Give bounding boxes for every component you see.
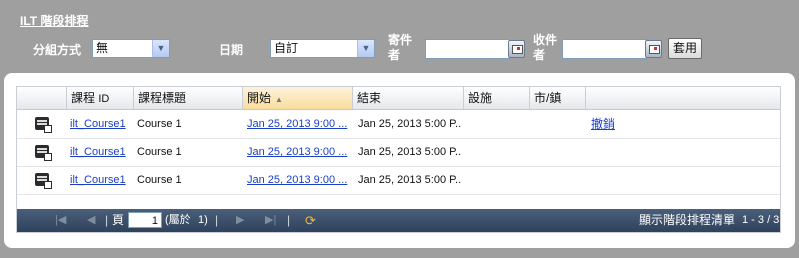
course-title: Course 1 bbox=[137, 174, 182, 186]
table-header: 課程 ID 課程標題 開始 ▲ 結束 設施 市/鎮 bbox=[17, 87, 780, 110]
last-page-icon[interactable]: ▶| bbox=[265, 209, 276, 232]
start-date-link[interactable]: Jan 25, 2013 9:00 ... bbox=[247, 166, 351, 194]
start-date-link[interactable]: Jan 25, 2013 9:00 ... bbox=[247, 110, 351, 138]
to-date-input[interactable] bbox=[562, 39, 647, 59]
course-title: Course 1 bbox=[137, 118, 182, 130]
end-date: Jan 25, 2013 5:00 P... bbox=[358, 118, 462, 130]
cancel-link[interactable]: 撤銷 bbox=[591, 110, 651, 138]
page-label: 頁 bbox=[112, 213, 125, 227]
table-row: ilt_Course1 Course 1 Jan 25, 2013 9:00 .… bbox=[17, 138, 780, 167]
end-date: Jan 25, 2013 5:00 P... bbox=[358, 146, 462, 158]
calendar-icon[interactable] bbox=[508, 40, 525, 58]
pagination-bar: |◀ ◀ | 頁 1 (屬於 1) | ▶ ▶| | ⟳ 顯示階段排程清單 1 … bbox=[17, 209, 780, 232]
total-pages: 1) bbox=[198, 214, 208, 226]
city bbox=[534, 166, 584, 194]
sort-asc-icon: ▲ bbox=[275, 95, 283, 104]
from-label-line2: 者 bbox=[388, 48, 401, 62]
from-label-line1: 寄件 bbox=[388, 33, 413, 47]
course-session-icon bbox=[35, 117, 52, 133]
apply-button[interactable]: 套用 bbox=[668, 38, 702, 59]
end-date: Jan 25, 2013 5:00 P... bbox=[358, 174, 462, 186]
range-text: 1 - 3 / 3 bbox=[742, 214, 780, 226]
course-id-link[interactable]: ilt_Course1 bbox=[70, 166, 130, 194]
course-title: Course 1 bbox=[137, 146, 182, 158]
facility bbox=[468, 138, 528, 166]
column-header-course-id[interactable]: 課程 ID bbox=[67, 87, 134, 109]
column-header-city[interactable]: 市/鎮 bbox=[530, 87, 586, 109]
column-header-end[interactable]: 結束 bbox=[353, 87, 464, 109]
course-session-icon bbox=[35, 173, 52, 189]
separator: | bbox=[105, 213, 109, 227]
date-value: 自訂 bbox=[274, 41, 299, 55]
calendar-icon[interactable] bbox=[645, 40, 662, 58]
table-row: ilt_Course1 Course 1 Jan 25, 2013 9:00 .… bbox=[17, 166, 780, 195]
group-by-value: 無 bbox=[96, 41, 109, 55]
chevron-down-icon[interactable]: ▼ bbox=[357, 40, 374, 57]
to-label-line1: 收件 bbox=[533, 33, 558, 47]
column-header-start[interactable]: 開始 ▲ bbox=[243, 87, 353, 109]
of-label: (屬於 bbox=[165, 214, 191, 226]
city bbox=[534, 138, 584, 166]
next-page-icon[interactable]: ▶ bbox=[236, 209, 244, 232]
start-date-link[interactable]: Jan 25, 2013 9:00 ... bbox=[247, 138, 351, 166]
to-label-line2: 者 bbox=[533, 48, 546, 62]
date-select[interactable]: 自訂 ▼ bbox=[270, 39, 375, 58]
from-label: 寄件 者 bbox=[388, 33, 412, 63]
table-row: ilt_Course1 Course 1 Jan 25, 2013 9:00 .… bbox=[17, 110, 780, 139]
column-header-facility[interactable]: 設施 bbox=[464, 87, 530, 109]
first-page-icon[interactable]: |◀ bbox=[55, 209, 66, 232]
separator: | bbox=[215, 213, 219, 227]
prev-page-icon[interactable]: ◀ bbox=[87, 209, 95, 232]
course-id-link[interactable]: ilt_Course1 bbox=[70, 110, 130, 138]
group-by-label: 分組方式 bbox=[33, 43, 82, 57]
separator: | bbox=[287, 213, 291, 227]
from-date-input[interactable] bbox=[425, 39, 510, 59]
course-session-icon bbox=[35, 145, 52, 161]
facility bbox=[468, 166, 528, 194]
column-header-course-id-suffix: ID bbox=[98, 93, 110, 105]
group-by-select[interactable]: 無 ▼ bbox=[92, 39, 170, 58]
date-label: 日期 bbox=[219, 43, 244, 57]
chevron-down-icon[interactable]: ▼ bbox=[152, 40, 169, 57]
city bbox=[534, 110, 584, 138]
to-label: 收件 者 bbox=[533, 33, 557, 63]
facility bbox=[468, 110, 528, 138]
column-header-start-label: 開始 bbox=[247, 91, 272, 105]
column-header-course-id-label: 課程 bbox=[71, 91, 96, 105]
filter-bar: 分組方式 無 ▼ 日期 自訂 ▼ 寄件 者 收件 者 套用 bbox=[0, 0, 799, 70]
schedule-table: 課程 ID 課程標題 開始 ▲ 結束 設施 市/鎮 ilt_Course1 Cou… bbox=[16, 86, 781, 233]
course-id-link[interactable]: ilt_Course1 bbox=[70, 138, 130, 166]
column-header-actions bbox=[586, 87, 780, 109]
column-header-course-title[interactable]: 課程標題 bbox=[134, 87, 243, 109]
page-number-input[interactable]: 1 bbox=[128, 212, 162, 228]
status-text: 顯示階段排程清單 bbox=[639, 213, 736, 227]
column-header-icon bbox=[17, 87, 67, 109]
refresh-icon[interactable]: ⟳ bbox=[305, 209, 316, 232]
